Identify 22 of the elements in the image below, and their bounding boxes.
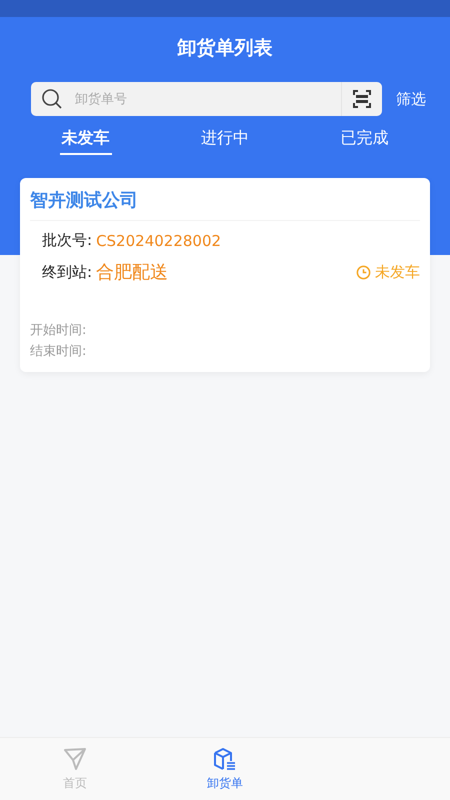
box-icon (212, 746, 238, 772)
batch-label: 批次号: (42, 231, 92, 250)
status-text: 未发车 (375, 262, 420, 282)
search-icon (41, 88, 63, 110)
search-bar[interactable]: 卸货单号 (31, 82, 382, 116)
filter-button[interactable]: 筛选 (390, 86, 432, 112)
scan-icon[interactable] (352, 89, 372, 109)
paper-plane-icon (62, 746, 88, 772)
station-label: 终到站: (42, 262, 92, 282)
company-name: 智卉测试公司 (30, 188, 420, 221)
status-tab[interactable]: 已完成 (338, 124, 390, 155)
station-name: 合肥配送 (96, 261, 168, 284)
status-tab[interactable]: 进行中 (198, 124, 251, 155)
batch-number: CS20240228002 (96, 232, 222, 250)
end-time-label: 结束时间: (30, 343, 88, 361)
clock-icon (356, 264, 371, 280)
search-field[interactable]: 卸货单号 (73, 90, 341, 108)
status-tab[interactable]: 未发车 (60, 124, 112, 155)
nav-tab[interactable]: 卸货单 (150, 738, 300, 800)
start-time-label: 开始时间: (30, 322, 88, 340)
page-title: 卸货单列表 (176, 36, 274, 61)
order-card[interactable]: 智卉测试公司 批次号: CS20240228002 终到站: 合肥配送 未发车 开始时间: 结束时间: (20, 178, 430, 372)
